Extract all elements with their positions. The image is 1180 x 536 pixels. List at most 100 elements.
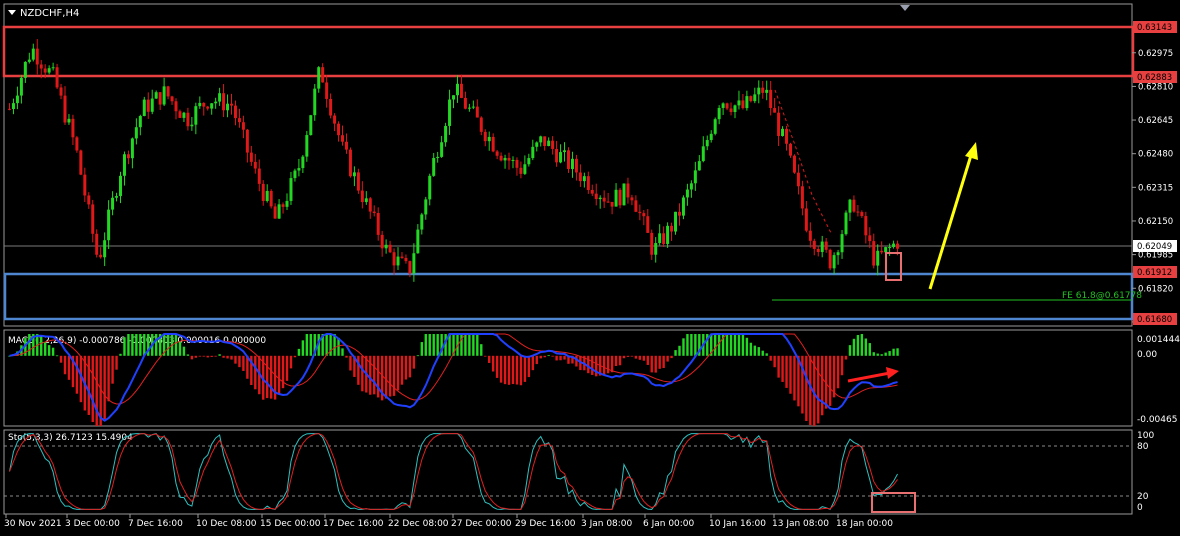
macd-histogram-bar xyxy=(817,355,820,424)
price-scale-label: 0.62150 xyxy=(1138,217,1173,227)
macd-histogram-bar xyxy=(741,334,745,356)
macd-histogram-bar xyxy=(143,334,146,356)
macd-histogram-bar xyxy=(610,355,614,373)
candle-body xyxy=(785,128,789,144)
macd-histogram-bar xyxy=(563,355,566,360)
candle-body xyxy=(713,119,717,134)
candle-body xyxy=(59,87,63,96)
candle-body xyxy=(126,154,130,159)
price-scale-label: 0.62975 xyxy=(1138,49,1173,59)
macd-histogram-bar xyxy=(416,355,420,357)
candle-body xyxy=(206,106,210,109)
macd-histogram-bar xyxy=(789,355,792,394)
candle-body xyxy=(777,112,781,137)
candle-body xyxy=(31,48,35,60)
macd-histogram-bar xyxy=(896,348,899,356)
macd-histogram-bar xyxy=(119,353,122,356)
macd-histogram-bar xyxy=(349,355,352,371)
candle-body xyxy=(107,209,111,241)
macd-histogram-bar xyxy=(713,334,717,356)
macd-histogram-bar xyxy=(154,334,158,356)
macd-histogram-bar xyxy=(432,334,435,356)
macd-histogram-bar xyxy=(781,355,784,382)
candle-body xyxy=(555,148,559,163)
candle-body xyxy=(384,244,388,249)
candle-body xyxy=(884,247,888,253)
candle-body xyxy=(99,254,103,258)
candle-body xyxy=(337,123,341,136)
candle-body xyxy=(523,164,527,174)
candle-body xyxy=(71,118,75,138)
candle-body xyxy=(388,244,392,253)
macd-histogram-bar xyxy=(519,355,523,386)
candle-body xyxy=(63,95,67,123)
macd-histogram-bar xyxy=(131,334,134,356)
macd-histogram-bar xyxy=(840,355,844,376)
candle-body xyxy=(146,99,150,112)
candle-body xyxy=(666,225,670,244)
macd-histogram-bar xyxy=(595,355,598,377)
macd-histogram-bar xyxy=(297,348,301,356)
sto-panel xyxy=(3,429,1133,515)
macd-histogram-bar xyxy=(396,355,400,391)
candle-body xyxy=(685,189,689,198)
candle-body xyxy=(495,151,499,156)
macd-histogram-bar xyxy=(182,346,186,356)
macd-histogram-bar xyxy=(55,355,59,357)
candle-body xyxy=(820,241,824,253)
fib-label: FE 61.8@0.61778 xyxy=(1062,291,1142,301)
candle-body xyxy=(737,100,741,106)
macd-histogram-bar xyxy=(47,345,51,356)
macd-histogram-bar xyxy=(638,355,642,360)
candle-body xyxy=(372,211,376,214)
time-axis: 30 Nov 2021 3 Dec 00:00 7 Dec 16:00 10 Dec … xyxy=(4,514,893,529)
macd-histogram-bar xyxy=(75,355,79,394)
macd-histogram-bar xyxy=(424,334,427,356)
marker-top-high: 0.63143 xyxy=(1137,23,1172,33)
macd-histogram-bar xyxy=(178,341,182,356)
candle-body xyxy=(396,256,400,266)
candle-body xyxy=(614,189,618,207)
candle-body xyxy=(273,206,277,219)
symbol-dropdown-icon[interactable] xyxy=(8,10,16,15)
macd-histogram-bar xyxy=(828,355,832,406)
candle-body xyxy=(237,118,241,123)
time-axis-label: 27 Dec 00:00 xyxy=(451,519,512,529)
candle-body xyxy=(467,107,471,109)
macd-histogram-bar xyxy=(67,355,71,380)
candle-body xyxy=(186,112,190,127)
candle-body xyxy=(115,196,119,198)
macd-histogram-bar xyxy=(59,355,63,363)
time-axis-label: 22 Dec 08:00 xyxy=(388,519,449,529)
macd-histogram-bar xyxy=(555,355,558,361)
macd-histogram-bar xyxy=(468,334,471,356)
time-axis-label: 6 Jan 00:00 xyxy=(643,519,695,529)
macd-histogram-bar xyxy=(856,334,860,356)
candle-body xyxy=(47,68,51,73)
macd-histogram-bar xyxy=(753,345,757,356)
chart-shift-marker-icon[interactable] xyxy=(900,5,910,11)
macd-histogram-bar xyxy=(769,355,772,361)
candle-body xyxy=(499,155,503,161)
candle-body xyxy=(241,122,245,130)
candle-body xyxy=(281,204,285,207)
candle-body xyxy=(697,161,701,171)
candle-body xyxy=(646,216,650,233)
candle-body xyxy=(218,93,222,102)
macd-histogram-bar xyxy=(222,355,225,358)
macd-histogram-bar xyxy=(876,353,879,356)
macd-histogram-bar xyxy=(95,355,98,426)
candle-body xyxy=(638,211,642,214)
candle-body xyxy=(503,157,507,161)
candle-body xyxy=(142,99,146,117)
candle-body xyxy=(408,261,412,274)
marker-last: 0.61912 xyxy=(1137,268,1172,278)
macd-histogram-bar xyxy=(305,334,309,356)
trading-chart[interactable]: NZDCHF,H4 FE 61.8@0.61778 0.62975 0.62810… xyxy=(0,0,1180,536)
macd-histogram-bar xyxy=(559,355,562,361)
candle-body xyxy=(824,241,828,250)
macd-histogram-bar xyxy=(373,355,376,395)
candle-body xyxy=(83,174,87,196)
macd-histogram-bar xyxy=(809,355,812,426)
price-scale-label: 0.62480 xyxy=(1138,150,1173,160)
